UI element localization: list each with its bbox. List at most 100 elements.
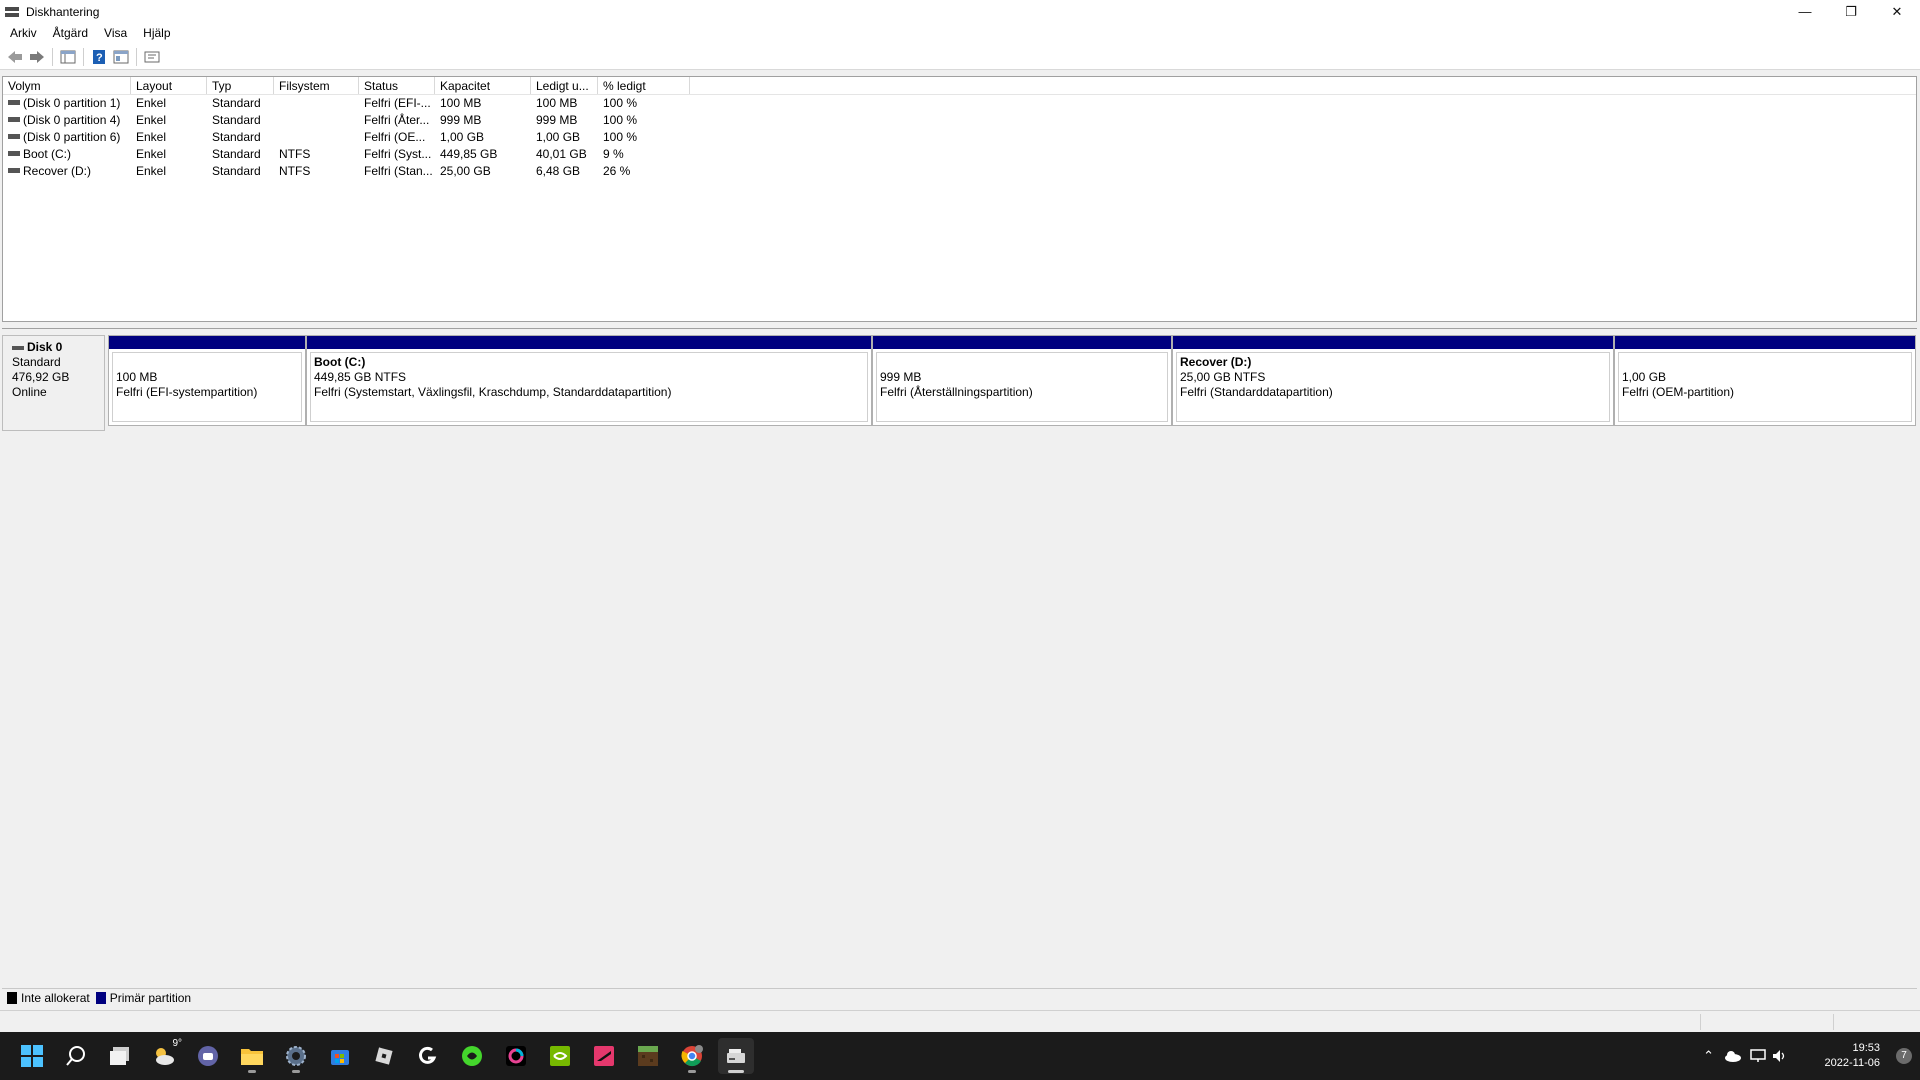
partition-name: Recover (D:) [1180,355,1252,369]
column-header-ledigt[interactable]: Ledigt u... [531,77,598,94]
cell-typ: Standard [212,96,261,110]
forward-arrow-icon[interactable] [26,46,48,68]
cell-kapacitet: 449,85 GB [440,147,498,161]
network-icon[interactable] [1750,1049,1766,1063]
column-header-filsystem[interactable]: Filsystem [274,77,359,94]
title-bar: Diskhantering — ❐ ✕ [0,0,1920,23]
teams-chat-icon[interactable] [190,1038,226,1074]
cell-volym: (Disk 0 partition 6) [23,130,121,144]
weather-icon[interactable]: 9° [146,1038,182,1074]
column-header-layout[interactable]: Layout [131,77,207,94]
partition-status: Felfri (Systemstart, Växlingsfil, Krasch… [314,385,672,399]
cell-status: Felfri (EFI-... [364,96,431,110]
show-hidden-icons-chevron-icon[interactable]: ⌃ [1703,1048,1714,1064]
cell-procent-ledigt: 26 % [603,164,631,178]
start-icon[interactable] [14,1038,50,1074]
volume-icon [8,168,20,174]
disk-label[interactable]: Disk 0 Standard 476,92 GB Online [2,335,105,431]
volume-list-header: Volym Layout Typ Filsystem Status Kapaci… [3,77,1916,95]
volume-speaker-icon[interactable] [1772,1049,1788,1063]
partition-oem[interactable]: 1,00 GB Felfri (OEM-partition) [1614,335,1916,426]
toolbar-separator [83,47,84,66]
cell-procent-ledigt: 100 % [603,130,638,144]
toolbar-separator [136,47,137,66]
legend-swatch [7,991,17,1004]
table-row[interactable]: (Disk 0 partition 6) Enkel Standard Felf… [3,129,1916,146]
cell-layout: Enkel [136,130,167,144]
menu-visa[interactable]: Visa [96,23,135,44]
disk-management-icon[interactable] [718,1038,754,1074]
cell-procent-ledigt: 100 % [603,113,638,127]
search-icon[interactable] [58,1038,94,1074]
partition-efi[interactable]: 100 MB Felfri (EFI-systempartition) [108,335,306,426]
column-header-status[interactable]: Status [359,77,435,94]
cell-typ: Standard [212,147,261,161]
menu-hjalp[interactable]: Hjälp [135,23,178,44]
store-icon[interactable] [322,1038,358,1074]
cell-volym: (Disk 0 partition 1) [23,96,121,110]
properties-icon[interactable] [110,46,132,68]
legend-label: Primär partition [109,990,192,1005]
chrome-icon[interactable] [674,1038,710,1074]
cell-procent-ledigt: 9 % [603,147,624,161]
partition-name: Boot (C:) [314,355,366,369]
weather-temp: 9° [172,1038,182,1049]
column-header-procent-ledigt[interactable]: % ledigt [598,77,690,94]
volume-icon [8,100,20,106]
disk-size: 476,92 GB [12,370,70,384]
partition-size: 1,00 GB [1622,370,1667,384]
partition-size: 999 MB [880,370,922,384]
minimize-button[interactable]: — [1782,0,1828,23]
legend: Inte allokerat Primär partition [2,988,1917,1006]
column-header-typ[interactable]: Typ [207,77,274,94]
restore-button[interactable]: ❐ [1828,0,1874,23]
clock-date: 2022-11-06 [1824,1057,1880,1069]
cell-typ: Standard [212,113,261,127]
menu-arkiv[interactable]: Arkiv [0,23,45,44]
task-view-icon[interactable] [102,1038,138,1074]
partition-recovery[interactable]: 999 MB Felfri (Återställningspartition) [872,335,1172,426]
back-arrow-icon[interactable] [4,46,26,68]
menu-atgard[interactable]: Åtgärd [45,23,96,44]
column-header-volym[interactable]: Volym [3,77,131,94]
svg-text:?: ? [96,52,103,64]
table-row[interactable]: (Disk 0 partition 1) Enkel Standard Felf… [3,95,1916,112]
partition-boot-c[interactable]: Boot (C:) 449,85 GB NTFS Felfri (Systems… [306,335,872,426]
taskbar: 9° ⌃ 19:53 2022-11-06 7 [0,1032,1920,1080]
notification-badge[interactable]: 7 [1896,1048,1912,1064]
partition-recover-d[interactable]: Recover (D:) 25,00 GB NTFS Felfri (Stand… [1172,335,1614,426]
legend-label: Inte allokerat [21,990,90,1005]
color-ring-icon[interactable] [498,1038,534,1074]
running-indicator [292,1070,300,1073]
minecraft-icon[interactable] [630,1038,666,1074]
cell-volym: Boot (C:) [23,147,72,161]
system-tray: ⌃ [1703,1032,1788,1080]
legend-item-primary: Primär partition [95,990,192,1005]
column-header-kapacitet[interactable]: Kapacitet [435,77,531,94]
table-row[interactable]: (Disk 0 partition 4) Enkel Standard Felf… [3,112,1916,129]
table-row[interactable]: Recover (D:) Enkel Standard NTFS Felfri … [3,163,1916,180]
help-icon[interactable]: ? [88,46,110,68]
table-row[interactable]: Boot (C:) Enkel Standard NTFS Felfri (Sy… [3,146,1916,163]
window-title: Diskhantering [26,4,100,19]
clock[interactable]: 19:53 2022-11-06 [1825,1041,1880,1071]
close-button[interactable]: ✕ [1874,0,1920,23]
partition-size: 25,00 GB NTFS [1180,370,1266,384]
disk-name: Disk 0 [27,340,63,354]
disk-state: Online [12,385,47,399]
settings-view-icon[interactable] [141,46,163,68]
razer-icon[interactable] [454,1038,490,1074]
onedrive-cloud-icon[interactable] [1724,1050,1742,1062]
cell-layout: Enkel [136,96,167,110]
nvidia-icon[interactable] [542,1038,578,1074]
roblox-icon[interactable] [366,1038,402,1074]
cell-ledigt: 40,01 GB [536,147,587,161]
logitech-g-icon[interactable] [410,1038,446,1074]
racing-game-icon[interactable] [586,1038,622,1074]
settings-icon[interactable] [278,1038,314,1074]
file-explorer-icon[interactable] [234,1038,270,1074]
cell-filsystem [274,129,359,146]
console-tree-icon[interactable] [57,46,79,68]
cell-kapacitet: 100 MB [440,96,482,110]
cell-ledigt: 6,48 GB [536,164,581,178]
